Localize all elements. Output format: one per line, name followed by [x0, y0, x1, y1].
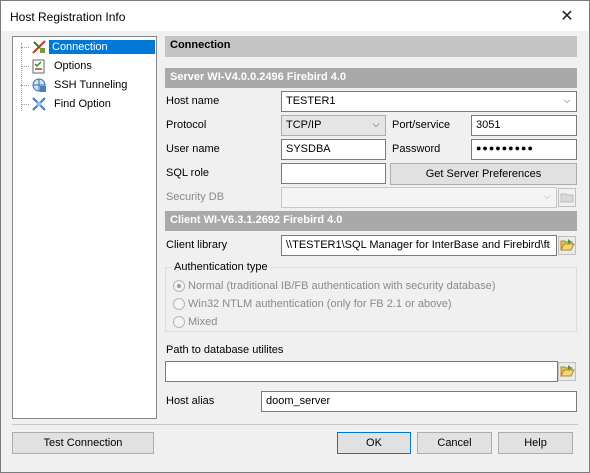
connection-icon [32, 40, 46, 54]
dialog-window: Host Registration Info ✕ Connection Opti… [0, 0, 590, 473]
options-tree: Connection Options SSH Tunneling Find Op… [12, 36, 157, 419]
port-input[interactable]: 3051 [471, 115, 577, 136]
password-label: Password [392, 143, 441, 155]
tree-item-label: Options [54, 60, 92, 72]
chevron-down-icon[interactable]: ⌵ [369, 118, 383, 133]
host-alias-input[interactable]: doom_server [261, 391, 577, 412]
host-name-combo[interactable]: TESTER1 ⌵ [281, 91, 577, 112]
find-option-icon [32, 97, 46, 111]
options-icon [32, 59, 45, 74]
host-alias-label: Host alias [166, 395, 215, 407]
sql-role-label: SQL role [166, 167, 210, 179]
client-library-combo[interactable]: \\TESTER1\SQL Manager for InterBase and … [281, 235, 557, 256]
ok-button[interactable]: OK [337, 432, 411, 454]
folder-open-icon [560, 365, 575, 377]
path-to-utilities-label: Path to database utilites [166, 344, 284, 356]
user-name-label: User name [166, 143, 220, 155]
client-library-browse-button[interactable] [558, 236, 576, 255]
port-label: Port/service [392, 119, 451, 131]
tree-item-connection[interactable]: Connection [13, 38, 156, 56]
close-icon[interactable]: ✕ [559, 8, 575, 24]
chevron-down-icon[interactable]: ⌵ [540, 190, 554, 205]
chevron-down-icon[interactable]: ⌵ [560, 94, 574, 109]
path-browse-button[interactable] [558, 362, 576, 381]
protocol-select[interactable]: TCP/IP ⌵ [281, 115, 386, 136]
help-button[interactable]: Help [498, 432, 573, 454]
auth-normal-radio[interactable] [173, 280, 185, 292]
cancel-button[interactable]: Cancel [417, 432, 492, 454]
tree-item-label: SSH Tunneling [54, 79, 128, 91]
tree-item-label: Connection [49, 40, 155, 54]
tree-item-ssh-tunneling[interactable]: SSH Tunneling [13, 76, 156, 94]
folder-icon [560, 193, 574, 203]
ssh-tunneling-icon [32, 78, 46, 92]
auth-ntlm-radio[interactable] [173, 298, 185, 310]
tree-item-options[interactable]: Options [13, 57, 156, 75]
authentication-group-title: Authentication type [171, 261, 271, 273]
test-connection-button[interactable]: Test Connection [12, 432, 154, 454]
tree-item-find-option[interactable]: Find Option [13, 95, 156, 113]
user-name-input[interactable]: SYSDBA [281, 139, 386, 160]
auth-normal-label: Normal (traditional IB/FB authentication… [188, 280, 496, 292]
get-server-preferences-button[interactable]: Get Server Preferences [390, 163, 577, 185]
host-name-label: Host name [166, 95, 220, 107]
auth-mixed-radio[interactable] [173, 316, 185, 328]
window-title: Host Registration Info [10, 10, 126, 24]
title-bar: Host Registration Info ✕ [1, 1, 589, 31]
security-db-label: Security DB [166, 191, 225, 203]
tree-item-label: Find Option [54, 98, 111, 110]
path-to-utilities-input[interactable] [165, 361, 558, 382]
protocol-label: Protocol [166, 119, 207, 131]
sql-role-input[interactable] [281, 163, 386, 184]
chevron-down-icon[interactable]: ⌵ [540, 238, 554, 253]
client-library-label: Client library [166, 239, 228, 251]
panel-title: Connection [165, 36, 577, 57]
auth-mixed-label: Mixed [188, 316, 218, 328]
server-section-header: Server WI-V4.0.0.2496 Firebird 4.0 [165, 68, 577, 88]
security-db-combo[interactable]: ⌵ [281, 187, 557, 208]
client-section-header: Client WI-V6.3.1.2692 Firebird 4.0 [165, 211, 577, 231]
password-input[interactable]: ●●●●●●●●● [471, 139, 577, 160]
footer-divider [12, 424, 578, 425]
folder-open-icon [560, 239, 575, 251]
security-db-browse-button[interactable] [558, 188, 576, 207]
auth-ntlm-label: Win32 NTLM authentication (only for FB 2… [188, 298, 452, 310]
